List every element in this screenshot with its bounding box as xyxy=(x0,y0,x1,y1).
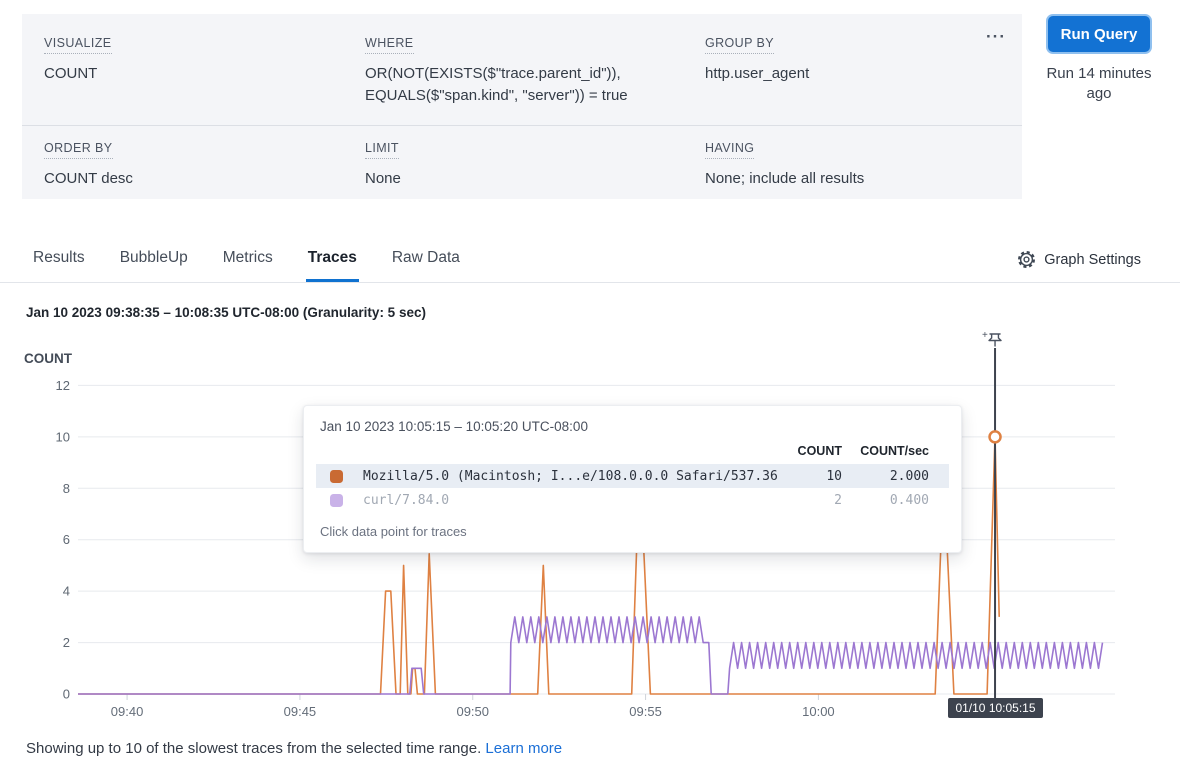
tooltip-header-row: COUNT COUNT/sec xyxy=(316,438,949,464)
footer-text: Showing up to 10 of the slowest traces f… xyxy=(26,740,481,757)
series-count-per-sec: 0.400 xyxy=(842,493,929,508)
chart-tooltip: Jan 10 2023 10:05:15 – 10:05:20 UTC-08:0… xyxy=(303,405,962,553)
count-column-header: COUNT xyxy=(782,444,842,458)
y-tick-label: 8 xyxy=(63,481,70,496)
overflow-menu-icon[interactable]: ··· xyxy=(986,30,1006,44)
query-section-value: None xyxy=(365,168,677,190)
count-per-sec-column-header: COUNT/sec xyxy=(842,444,929,458)
pin-plus-icon[interactable]: + xyxy=(982,330,1001,346)
y-tick-label: 10 xyxy=(56,429,70,444)
query-summary-panel: VISUALIZE COUNT WHERE OR(NOT(EXISTS($"trace… xyxy=(22,14,1022,199)
run-query-button[interactable]: Run Query xyxy=(1046,14,1152,54)
tab-bubbleup[interactable]: BubbleUp xyxy=(118,237,190,282)
tabs: Results BubbleUp Metrics Traces Raw Data xyxy=(31,237,462,282)
graph-settings-button[interactable]: Graph Settings xyxy=(1017,237,1141,282)
query-section-label: VISUALIZE xyxy=(44,36,112,54)
series-line-curl[interactable] xyxy=(78,617,1103,694)
tab-results[interactable]: Results xyxy=(31,237,87,282)
x-tick-label: 09:55 xyxy=(629,704,662,719)
tab-raw-data[interactable]: Raw Data xyxy=(390,237,462,282)
query-row-1: VISUALIZE COUNT WHERE OR(NOT(EXISTS($"trace… xyxy=(22,14,1022,125)
crosshair-time-badge: 01/10 10:05:15 xyxy=(948,698,1043,718)
pushpin-glyph xyxy=(989,334,1001,346)
query-section-visualize[interactable]: VISUALIZE COUNT xyxy=(44,34,365,125)
query-section-label: LIMIT xyxy=(365,141,399,159)
series-label: Mozilla/5.0 (Macintosh; I...e/108.0.0.0 … xyxy=(363,469,782,484)
series-swatch xyxy=(330,470,343,483)
honeycomb-query-page: VISUALIZE COUNT WHERE OR(NOT(EXISTS($"trace… xyxy=(0,0,1180,771)
query-section-limit[interactable]: LIMIT None xyxy=(365,139,705,190)
y-tick-label: 2 xyxy=(63,635,70,650)
tooltip-rows: Mozilla/5.0 (Macintosh; I...e/108.0.0.0 … xyxy=(304,464,961,512)
tooltip-note: Click data point for traces xyxy=(304,512,961,539)
learn-more-link[interactable]: Learn more xyxy=(485,740,562,757)
graph-settings-label: Graph Settings xyxy=(1044,252,1141,268)
selected-data-point[interactable] xyxy=(990,431,1001,442)
last-run-status: Run 14 minutes ago xyxy=(1040,64,1158,104)
x-tick-label: 09:50 xyxy=(456,704,489,719)
series-label: curl/7.84.0 xyxy=(363,493,782,508)
results-tabs-bar: Results BubbleUp Metrics Traces Raw Data Gra… xyxy=(0,237,1180,283)
series-count-per-sec: 2.000 xyxy=(842,469,929,484)
query-section-value: http.user_agent xyxy=(705,63,994,85)
x-tick-label: 10:00 xyxy=(802,704,835,719)
query-section-label: WHERE xyxy=(365,36,414,54)
x-tick-label: 09:45 xyxy=(284,704,317,719)
y-tick-label: 12 xyxy=(56,378,70,393)
query-section-group-by[interactable]: GROUP BY http.user_agent xyxy=(705,34,1022,125)
x-tick-label: 09:40 xyxy=(111,704,144,719)
y-tick-label: 4 xyxy=(63,584,70,599)
query-section-label: GROUP BY xyxy=(705,36,774,54)
query-section-value: COUNT xyxy=(44,63,337,85)
gear-icon xyxy=(1017,250,1036,269)
tooltip-series-row[interactable]: curl/7.84.020.400 xyxy=(316,488,949,512)
tooltip-series-row[interactable]: Mozilla/5.0 (Macintosh; I...e/108.0.0.0 … xyxy=(316,464,949,488)
y-tick-label: 6 xyxy=(63,532,70,547)
query-section-where[interactable]: WHERE OR(NOT(EXISTS($"trace.parent_id")),… xyxy=(365,34,705,125)
query-section-value: OR(NOT(EXISTS($"trace.parent_id")), EQUA… xyxy=(365,63,677,107)
time-range-heading: Jan 10 2023 09:38:35 – 10:08:35 UTC-08:0… xyxy=(26,305,426,320)
tab-metrics[interactable]: Metrics xyxy=(221,237,275,282)
query-row-2: ORDER BY COUNT desc LIMIT None HAVING None; i… xyxy=(22,125,1022,190)
swatch-spacer xyxy=(330,445,343,458)
query-section-having[interactable]: HAVING None; include all results xyxy=(705,139,1022,190)
tab-traces[interactable]: Traces xyxy=(306,237,359,282)
query-section-value: COUNT desc xyxy=(44,168,337,190)
series-count: 2 xyxy=(782,493,842,508)
traces-footer: Showing up to 10 of the slowest traces f… xyxy=(26,740,562,757)
series-swatch xyxy=(330,494,343,507)
query-section-label: HAVING xyxy=(705,141,754,159)
query-section-order-by[interactable]: ORDER BY COUNT desc xyxy=(44,139,365,190)
query-section-value: None; include all results xyxy=(705,168,994,190)
y-tick-label: 0 xyxy=(63,687,70,702)
query-section-label: ORDER BY xyxy=(44,141,113,159)
plus-glyph: + xyxy=(982,330,988,341)
series-count: 10 xyxy=(782,469,842,484)
tooltip-time-range: Jan 10 2023 10:05:15 – 10:05:20 UTC-08:0… xyxy=(304,406,961,434)
